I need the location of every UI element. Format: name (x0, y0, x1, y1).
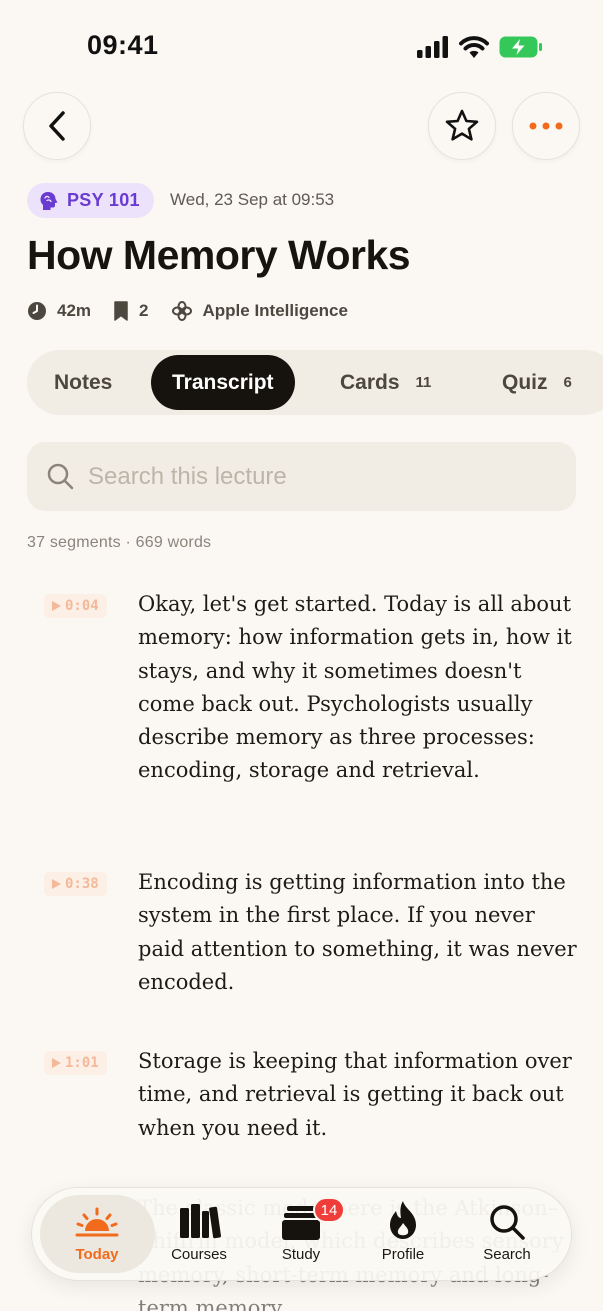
tab-bar-label: Today (75, 1246, 119, 1263)
page-title: How Memory Works (27, 232, 411, 278)
status-bar: 09:41 (0, 0, 603, 96)
timestamp-label: 0:04 (65, 598, 99, 614)
course-code: PSY 101 (67, 190, 140, 210)
tab-bar-label: Search (483, 1246, 531, 1263)
timestamp-button[interactable]: 1:01 (44, 1051, 107, 1075)
lecture-date: Wed, 23 Sep at 09:53 (170, 190, 335, 209)
search-icon (490, 1205, 525, 1240)
status-icons (417, 36, 543, 58)
timestamp-label: 0:38 (65, 876, 99, 892)
tab-count: 6 (563, 374, 572, 391)
flame-icon (390, 1201, 416, 1239)
lecture-stats: 42m 2 Apple Intelligence (27, 298, 370, 324)
apple-intelligence-icon (171, 301, 192, 321)
books-icon (180, 1204, 221, 1239)
timestamp-button[interactable]: 0:04 (44, 594, 107, 618)
more-options-button[interactable] (512, 92, 580, 160)
play-icon (52, 1058, 61, 1068)
bookmark-icon (114, 301, 128, 321)
play-icon (52, 879, 61, 889)
tab-transcript[interactable]: Transcript (151, 355, 295, 410)
search-input[interactable] (88, 462, 528, 491)
tab-bar-item-courses[interactable]: Courses (149, 1198, 249, 1272)
ellipsis-icon (529, 122, 563, 130)
duration-value: 42m (57, 301, 92, 320)
transcript-summary: 37 segments · 669 words (27, 534, 212, 551)
ai-label: Apple Intelligence (202, 301, 348, 320)
tab-bar-item-search[interactable]: Search (457, 1198, 557, 1272)
timestamp-button[interactable]: 0:38 (44, 872, 107, 896)
bookmarks-stat: 2 (113, 301, 149, 321)
tab-bar-item-profile[interactable]: Profile (353, 1198, 453, 1272)
tab-bar: Today Courses Study 14 Profile Search (31, 1187, 572, 1281)
tab-bar-label: Profile (381, 1246, 425, 1263)
chevron-left-icon (49, 111, 65, 141)
tab-bar-item-today[interactable]: Today (47, 1198, 147, 1272)
back-button[interactable] (23, 92, 91, 160)
lecture-tabs: Notes Transcript Cards 11 Quiz 6 (27, 350, 603, 415)
tab-notes[interactable]: Notes (54, 355, 112, 410)
star-icon (445, 109, 479, 141)
timestamp-label: 1:01 (65, 1055, 99, 1071)
tab-cards[interactable]: Cards 11 (340, 355, 431, 410)
tab-label: Notes (54, 370, 113, 394)
cellular-signal-icon (417, 36, 448, 58)
sunrise-icon (75, 1207, 119, 1237)
favorite-button[interactable] (428, 92, 496, 160)
status-time: 09:41 (87, 30, 159, 60)
tab-label: Quiz (502, 370, 548, 394)
battery-icon (499, 36, 542, 58)
bookmarks-count: 2 (139, 301, 149, 320)
course-badge[interactable]: PSY 101 (27, 183, 154, 218)
tab-count: 11 (415, 374, 432, 391)
wifi-icon (459, 36, 489, 58)
segment-text: Encoding is getting information into the… (138, 870, 577, 994)
search-icon (47, 463, 74, 490)
duration-stat: 42m (27, 301, 91, 321)
notification-badge: 14 (313, 1197, 345, 1223)
search-field[interactable] (27, 442, 576, 511)
tab-label: Transcript (172, 370, 274, 394)
clock-icon (28, 302, 46, 320)
tab-bar-label: Courses (171, 1246, 227, 1263)
tab-quiz[interactable]: Quiz 6 (502, 355, 572, 410)
ai-stat: Apple Intelligence (171, 300, 348, 322)
segment-text: Storage is keeping that information over… (138, 1049, 572, 1140)
play-icon (52, 601, 61, 611)
tab-bar-label: Study (281, 1246, 321, 1263)
segment-text: Okay, let's get started. Today is all ab… (138, 592, 572, 783)
tab-bar-item-study[interactable]: Study 14 (251, 1197, 351, 1272)
tab-label: Cards (340, 370, 400, 394)
brain-head-icon (40, 191, 58, 210)
